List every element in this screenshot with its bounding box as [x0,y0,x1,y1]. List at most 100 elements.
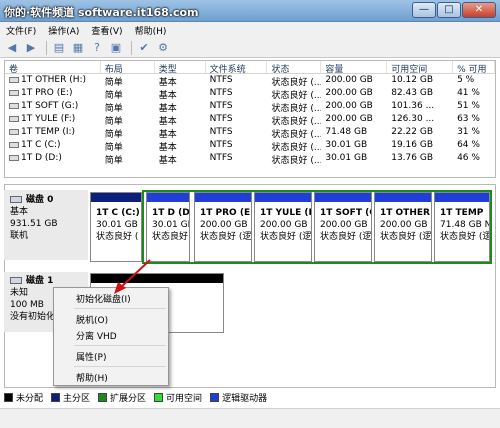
partition-block[interactable]: 1T C (C:) 30.01 GB 状态良好 ( [90,192,142,262]
table-cell: 19.16 GB [387,139,453,152]
partition-status: 状态良好 (逻 [380,232,431,242]
legend-item: 未分配 [4,391,43,404]
table-row[interactable]: 1T OTHER (H:) 简单 基本 NTFS 状态良好 (... 200.00 GB 1… [5,74,495,87]
menu-item-offline[interactable]: 脱机(O) [76,313,108,326]
partition-size: 30.01 GB [96,220,138,230]
menu-separator [74,308,166,309]
partition-status: 状态良好 [152,232,189,242]
table-cell: 1T YULE (F:) [5,113,101,126]
volume-icon [9,128,19,135]
table-row[interactable]: 1T PRO (E:) 简单 基本 NTFS 状态良好 (... 200.00 GB 82.… [5,87,495,100]
table-cell: NTFS [206,113,268,126]
table-cell: 64 % [453,139,495,152]
table-row[interactable]: 1T TEMP (I:) 简单 基本 NTFS 状态良好 (... 71.48 GB 22.… [5,126,495,139]
legend-label: 主分区 [63,393,91,404]
disk-settings-icon[interactable]: ⚙ [155,40,171,56]
partition-block[interactable]: 1T D (D 30.01 GB 状态良好 [146,192,190,262]
table-cell: 1T C (C:) [5,139,101,152]
table-cell: 简单 [101,152,155,165]
partition-block[interactable]: 1T TEMP 71.48 GB N 状态良好 (逻 [434,192,490,262]
col-free-space[interactable]: 可用空间 [387,61,454,73]
cell-text: 1T SOFT (G:) [21,101,79,111]
cell-text: 状态良好 (... [271,143,322,152]
cell-text: 简单 [104,117,123,126]
col-filesystem[interactable]: 文件系统 [206,61,268,73]
menu-item-properties[interactable]: 属性(P) [76,350,106,363]
menu-item-detach-vhd[interactable]: 分离 VHD [76,329,117,342]
legend-swatch [4,392,13,402]
disk-0-name: 磁盘 0 [26,195,54,205]
cell-text: 状态良好 (... [271,117,322,126]
table-cell: 63 % [453,113,495,126]
legend-label: 逻辑驱动器 [222,393,268,404]
cell-text: 基本 [158,130,177,139]
disk-0-size: 931.51 GB [10,219,58,229]
table-row[interactable]: 1T SOFT (G:) 简单 基本 NTFS 状态良好 (... 200.00 GB 10… [5,100,495,113]
table-row[interactable]: 1T YULE (F:) 简单 基本 NTFS 状态良好 (... 200.00 GB 12… [5,113,495,126]
partition-block[interactable]: 1T SOFT (G 200.00 GB N 状态良好 (逻 [314,192,372,262]
minimize-button[interactable]: — [412,2,436,18]
cell-text: 64 % [457,140,480,150]
table-cell: NTFS [206,152,268,165]
cell-text: 简单 [104,78,123,87]
close-button[interactable]: ✕ [462,2,496,18]
col-percent-free[interactable]: % 可用 [453,61,495,73]
title-bar: 你的·软件频道 software.it168.com — □ ✕ [0,0,500,22]
table-cell: 200.00 GB [321,100,387,113]
legend-item: 逻辑驱动器 [210,391,267,404]
col-status[interactable]: 状态 [267,61,322,73]
partition-block[interactable]: 1T OTHER 200.00 GB N 状态良好 (逻 [374,192,432,262]
table-cell: 简单 [101,87,155,100]
menu-file[interactable]: 文件(F) [0,22,42,38]
col-volume[interactable]: 卷 [5,61,101,73]
list-icon[interactable]: ▤ [51,40,67,56]
partition-status: 状态良好 (逻 [320,232,371,242]
partition-block[interactable]: 1T PRO (E: 200.00 GB N 状态良好 (逻 [194,192,252,262]
cell-text: 46 % [457,153,480,163]
context-menu: 初始化磁盘(I) 脱机(O) 分离 VHD 属性(P) 帮助(H) [53,287,169,386]
col-layout[interactable]: 布局 [101,61,155,73]
help-icon[interactable]: ? [89,40,105,56]
volume-icon [9,76,19,83]
grid-icon[interactable]: ▣ [108,40,124,56]
partition-type-bar [315,193,371,202]
table-cell: 71.48 GB [321,126,387,139]
col-capacity[interactable]: 容量 [321,61,388,73]
table-row[interactable]: 1T D (D:) 简单 基本 NTFS 状态良好 (... 30.01 GB 13.76 … [5,152,495,165]
maximize-button[interactable]: □ [437,2,461,18]
partition-type-bar [91,193,141,202]
menu-view[interactable]: 查看(V) [85,22,128,38]
cell-text: 1T D (D:) [21,153,62,163]
table-cell: 13.76 GB [387,152,453,165]
cell-text: 5 % [457,75,475,85]
back-icon[interactable]: ◀ [4,40,20,56]
table-cell: 简单 [101,113,155,126]
legend-swatch [210,392,220,402]
menu-help[interactable]: 帮助(H) [129,22,173,38]
table-cell: 基本 [155,139,206,152]
table-cell: 状态良好 (... [267,87,321,100]
table-row[interactable]: 1T C (C:) 简单 基本 NTFS 状态良好 (... 30.01 GB 19.16 … [5,139,495,152]
menu-action[interactable]: 操作(A) [42,22,85,38]
properties-icon[interactable]: ▦ [70,40,86,56]
volume-icon [9,89,19,96]
table-cell: NTFS [206,74,268,87]
watermark: 你的·软件频道 software.it168.com [4,6,199,19]
partition-block[interactable]: 1T YULE (F 200.00 GB N 状态良好 (逻 [254,192,312,262]
partition-size: 30.01 GB [152,220,189,230]
partition-name: 1T OTHER [380,208,430,218]
partition-size: 200.00 GB N [200,220,251,230]
table-cell: 1T TEMP (I:) [5,126,101,139]
partition-name: 1T TEMP [440,208,484,218]
col-type[interactable]: 类型 [155,61,206,73]
volume-list: 卷 布局 类型 文件系统 状态 容量 可用空间 % 可用 1T OTHER (H… [4,60,496,178]
disk-0-label[interactable]: 磁盘 0 基本 931.51 GB 联机 [4,190,88,260]
partition-info: 1T D (D 30.01 GB 状态良好 [147,202,189,243]
check-icon[interactable]: ✔ [136,40,152,56]
partition-name: 1T D (D [152,208,189,218]
legend-label: 可用空间 [166,393,203,404]
forward-icon[interactable]: ▶ [23,40,39,56]
menu-item-help[interactable]: 帮助(H) [76,371,108,384]
cell-text: 简单 [104,130,123,139]
table-cell: 状态良好 (... [267,113,321,126]
